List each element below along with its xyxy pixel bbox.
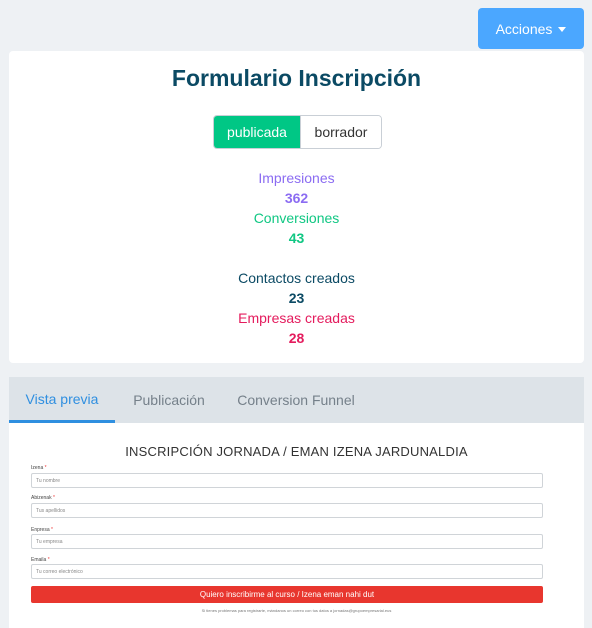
preview-footnote: Si tienes problemas para registrarte, má… [201, 608, 392, 613]
preview-form-title: INSCRIPCIÓN JORNADA / EMAN IZENA JARDUNA… [125, 444, 468, 459]
tab-bar: Vista previa Publicación Conversion Funn… [9, 377, 584, 423]
form-summary-card: Formulario Inscripción publicada borrado… [9, 51, 584, 363]
actions-dropdown-button[interactable]: Acciones [478, 8, 584, 49]
impressions-label: Impresiones [258, 170, 335, 186]
page-title: Formulario Inscripción [171, 65, 422, 91]
conversions-label: Conversiones [253, 210, 340, 226]
conversions-value: 43 [288, 230, 305, 246]
name-input[interactable]: Tu nombre [31, 473, 543, 488]
status-published-button[interactable]: publicada [214, 116, 300, 148]
companies-created-label: Empresas creadas [238, 310, 355, 326]
field-label-surname: Abizenak * [31, 495, 55, 501]
status-toggle: publicada borrador [213, 115, 382, 149]
company-input[interactable]: Tu empresa [31, 534, 543, 549]
field-label-company: Enpresa * [31, 527, 53, 533]
actions-label: Acciones [495, 20, 553, 37]
submit-button[interactable]: Quiero inscribirme al curso / Izena eman… [31, 586, 543, 603]
form-preview: INSCRIPCIÓN JORNADA / EMAN IZENA JARDUNA… [9, 423, 584, 628]
tab-conversion-funnel[interactable]: Conversion Funnel [223, 377, 369, 423]
status-draft-button[interactable]: borrador [300, 116, 381, 148]
email-input[interactable]: Tu correo electrónico [31, 564, 543, 579]
companies-created-value: 28 [288, 330, 305, 346]
impressions-value: 362 [284, 190, 309, 206]
caret-down-icon [558, 26, 567, 32]
contacts-created-value: 23 [288, 290, 305, 306]
contacts-created-label: Contactos creados [238, 270, 355, 286]
surname-input[interactable]: Tus apellidos [31, 503, 543, 518]
field-label-email: Emaila * [31, 557, 50, 563]
tab-preview[interactable]: Vista previa [9, 377, 115, 423]
field-label-name: Izena * [31, 465, 47, 471]
tab-publication[interactable]: Publicación [115, 377, 223, 423]
